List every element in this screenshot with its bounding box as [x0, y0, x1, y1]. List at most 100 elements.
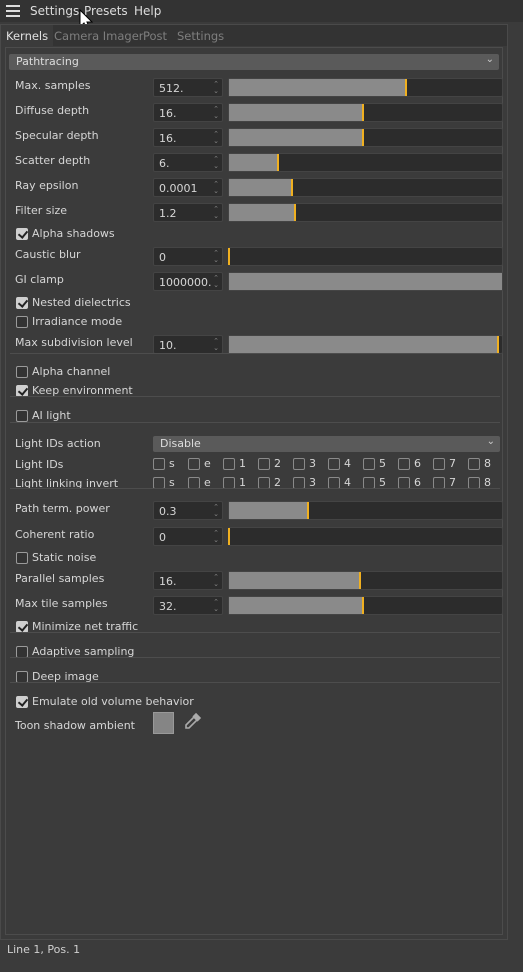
filter-size-slider[interactable] [228, 203, 503, 222]
slider-handle[interactable] [361, 129, 364, 146]
separator [10, 353, 500, 354]
checkbox[interactable] [398, 458, 410, 470]
specular-depth-input[interactable]: 16. ⌃ ⌄ [153, 128, 223, 147]
menu-settings[interactable]: Settings [30, 4, 79, 18]
emulate-old-volume-behavior-checkbox[interactable] [16, 696, 28, 708]
spinner-arrows-icon[interactable]: ⌃ ⌄ [213, 81, 219, 95]
spinner-arrows-icon[interactable]: ⌃ ⌄ [213, 530, 219, 544]
checkbox[interactable] [468, 458, 480, 470]
spinner-arrows-icon[interactable]: ⌃ ⌄ [213, 338, 219, 352]
checkbox[interactable] [258, 458, 270, 470]
path-term-power-slider[interactable] [228, 501, 503, 520]
spinner-arrows-icon[interactable]: ⌃ ⌄ [213, 599, 219, 613]
caustic-blur-input[interactable]: 0 ⌃ ⌄ [153, 247, 223, 266]
checkbox[interactable] [363, 458, 375, 470]
tab-bar: Kernels Camera Imager Post Settings [1, 25, 507, 46]
max-subdivision-level-input[interactable]: 10. ⌃ ⌄ [153, 335, 223, 354]
checkbox[interactable] [293, 458, 305, 470]
max-subdivision-level-slider[interactable] [228, 335, 503, 354]
static-noise-checkbox[interactable] [16, 552, 28, 564]
max-tile-samples-input[interactable]: 32. ⌃ ⌄ [153, 596, 223, 615]
slider-fill [229, 179, 292, 196]
spinner-arrows-icon[interactable]: ⌃ ⌄ [213, 131, 219, 145]
checkbox-label: Alpha shadows [32, 227, 115, 240]
irradiance-mode-checkbox[interactable] [16, 316, 28, 328]
field-label: Path term. power [15, 502, 110, 515]
field-value: 1.2 [159, 207, 177, 220]
slider-handle[interactable] [293, 204, 296, 221]
slider-handle[interactable] [307, 502, 310, 519]
toon-shadow-color-swatch[interactable] [153, 712, 174, 734]
specular-depth-slider[interactable] [228, 128, 503, 147]
coherent-ratio-input[interactable]: 0 ⌃ ⌄ [153, 527, 223, 546]
spinner-arrows-icon[interactable]: ⌃ ⌄ [213, 181, 219, 195]
diffuse-depth-slider[interactable] [228, 103, 503, 122]
checkbox[interactable] [433, 458, 445, 470]
checkbox-label: Irradiance mode [32, 315, 123, 328]
slider-handle[interactable] [405, 79, 408, 96]
slider-handle[interactable] [361, 104, 364, 121]
max-samples-input[interactable]: 512. ⌃ ⌄ [153, 78, 223, 97]
slider-handle[interactable] [290, 179, 293, 196]
spinner-arrows-icon[interactable]: ⌃ ⌄ [213, 250, 219, 264]
slider-handle[interactable] [361, 597, 364, 614]
row-specular-depth: Specular depth 16. ⌃ ⌄ [10, 128, 503, 148]
caustic-blur-slider[interactable] [228, 247, 503, 266]
max-tile-samples-slider[interactable] [228, 596, 503, 615]
nested-dielectrics-checkbox[interactable] [16, 297, 28, 309]
field-value: 16. [159, 575, 177, 588]
ray-epsilon-input[interactable]: 0.0001 ⌃ ⌄ [153, 178, 223, 197]
parallel-samples-input[interactable]: 16. ⌃ ⌄ [153, 571, 223, 590]
spinner-arrows-icon[interactable]: ⌃ ⌄ [213, 504, 219, 518]
menu-help[interactable]: Help [134, 4, 161, 18]
alpha-shadows-checkbox[interactable] [16, 228, 28, 240]
spinner-arrows-icon[interactable]: ⌃ ⌄ [213, 106, 219, 120]
checkbox[interactable] [328, 458, 340, 470]
slider-fill [229, 273, 502, 290]
slider-handle[interactable] [228, 248, 230, 265]
checkbox[interactable] [153, 458, 165, 470]
field-label: Scatter depth [15, 154, 91, 167]
slider-handle[interactable] [496, 336, 499, 353]
slider-handle[interactable] [228, 528, 230, 545]
row-adaptive-sampling: Adaptive sampling [10, 645, 500, 665]
checkbox-label: Static noise [32, 551, 97, 564]
kernel-type-dropdown[interactable]: Pathtracing ⌄ [9, 54, 499, 70]
spinner-arrows-icon[interactable]: ⌃ ⌄ [213, 156, 219, 170]
checkbox[interactable] [223, 458, 235, 470]
gi-clamp-input[interactable]: 1000000. ⌃ ⌄ [153, 272, 223, 291]
alpha-channel-checkbox[interactable] [16, 366, 28, 378]
tab-post[interactable]: Post [143, 29, 167, 43]
scatter-depth-slider[interactable] [228, 153, 503, 172]
parallel-samples-slider[interactable] [228, 571, 503, 590]
slider-fill [229, 154, 279, 171]
spinner-arrows-icon[interactable]: ⌃ ⌄ [213, 206, 219, 220]
spinner-arrows-icon[interactable]: ⌃ ⌄ [213, 275, 219, 289]
slider-handle[interactable] [277, 154, 280, 171]
field-label: Caustic blur [15, 248, 81, 261]
hamburger-menu-icon[interactable] [6, 5, 20, 17]
field-label: Light IDs [15, 458, 64, 471]
checkbox[interactable] [188, 458, 200, 470]
ray-epsilon-slider[interactable] [228, 178, 503, 197]
row-filter-size: Filter size 1.2 ⌃ ⌄ [10, 203, 503, 223]
scatter-depth-input[interactable]: 6. ⌃ ⌄ [153, 153, 223, 172]
ai-light-checkbox[interactable] [16, 410, 28, 422]
max-samples-slider[interactable] [228, 78, 503, 97]
filter-size-input[interactable]: 1.2 ⌃ ⌄ [153, 203, 223, 222]
tab-camera-imager[interactable]: Camera Imager [54, 29, 144, 43]
tab-settings[interactable]: Settings [177, 29, 224, 43]
slider-handle[interactable] [359, 572, 362, 589]
path-term-power-input[interactable]: 0.3 ⌃ ⌄ [153, 501, 223, 520]
field-label: Toon shadow ambient [15, 719, 135, 732]
row-path-term-power: Path term. power 0.3 ⌃ ⌄ [10, 501, 503, 521]
tab-kernels[interactable]: Kernels [1, 25, 54, 46]
diffuse-depth-input[interactable]: 16. ⌃ ⌄ [153, 103, 223, 122]
light-ids-action-dropdown[interactable]: Disable ⌄ [153, 436, 500, 452]
spinner-arrows-icon[interactable]: ⌃ ⌄ [213, 574, 219, 588]
coherent-ratio-slider[interactable] [228, 527, 503, 546]
gi-clamp-slider[interactable] [228, 272, 503, 291]
row-static-noise: Static noise [10, 551, 500, 571]
eyedropper-icon[interactable] [182, 710, 204, 732]
checkbox-label: 7 [449, 457, 456, 470]
